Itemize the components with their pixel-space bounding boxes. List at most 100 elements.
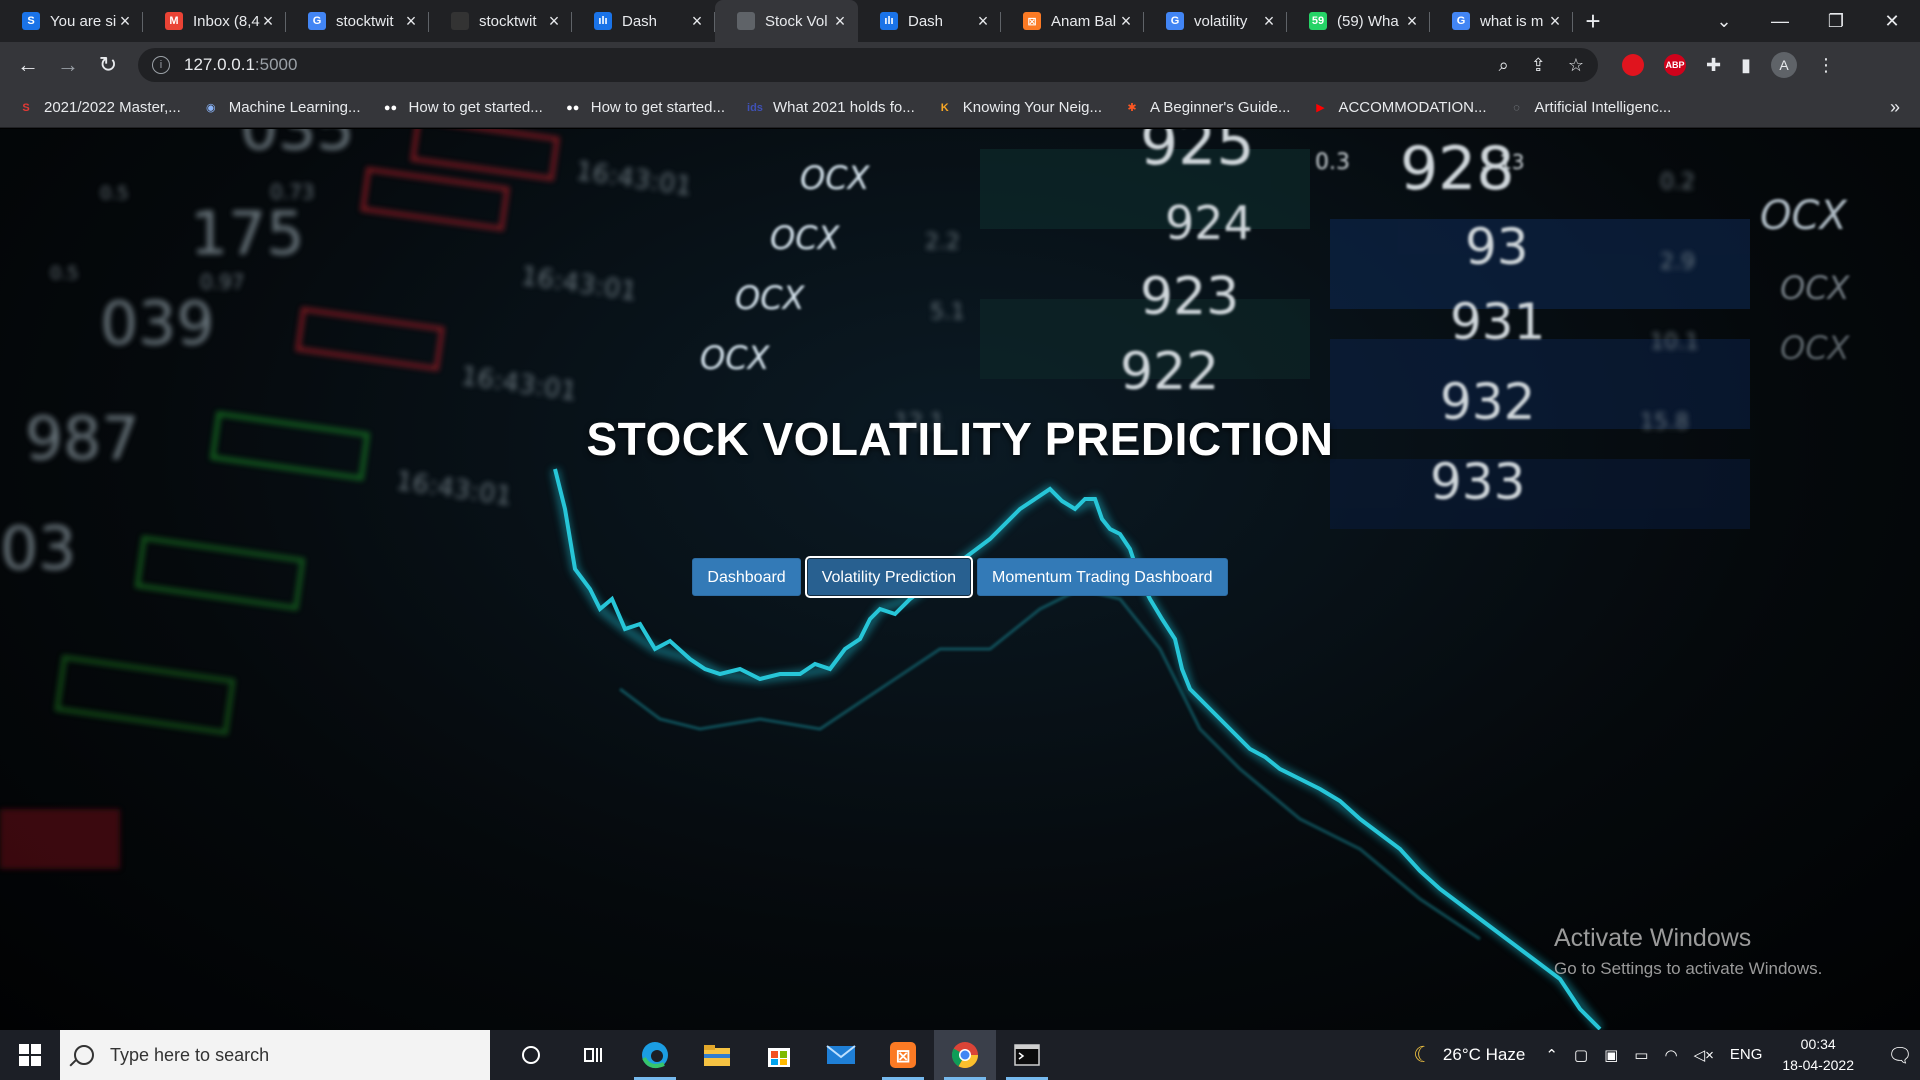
tab-title: Stock Vol [765,12,828,30]
taskbar-search-box[interactable]: Type here to search [60,1030,490,1080]
share-icon[interactable]: ⇪ [1531,55,1546,76]
browser-tab[interactable]: ılı Dash × [572,0,715,42]
browser-tab[interactable]: 59 (59) Wha × [1287,0,1430,42]
svg-text:OCX: OCX [735,279,806,317]
weather-text: 26°C Haze [1442,1045,1526,1064]
browser-tab[interactable]: Stock Vol × [715,0,858,42]
close-tab-icon[interactable]: × [832,11,848,32]
file-explorer-icon[interactable] [686,1030,748,1080]
svg-text:924: 924 [1165,196,1253,250]
more-bookmarks-icon[interactable]: » [1890,97,1900,118]
close-tab-icon[interactable]: × [1118,11,1134,32]
clock-date: 18-04-2022 [1782,1057,1854,1073]
back-arrow-icon[interactable]: ← [8,52,48,78]
clock-time: 00:34 [1800,1036,1836,1052]
bookmark-favicon-icon: S [22,101,30,114]
close-tab-icon[interactable]: × [689,11,705,32]
momentum-trading-dashboard-button[interactable]: Momentum Trading Dashboard [977,558,1228,596]
page-viewport: 925 924 923 922 928 93 931 932 933 0.3 1… [0,129,1920,1030]
clock[interactable]: 00:34 18-04-2022 [1782,1034,1854,1076]
close-tab-icon[interactable]: × [1404,11,1420,32]
browser-tab[interactable]: S You are si × [0,0,143,42]
side-panel-icon[interactable]: ▮ [1741,55,1751,76]
profile-avatar[interactable]: A [1771,52,1797,78]
browser-tab[interactable]: stocktwit × [429,0,572,42]
battery-icon[interactable]: ▭ [1634,1046,1648,1064]
forward-arrow-icon[interactable]: → [48,52,88,78]
chevron-up-icon[interactable]: ⌃ [1545,1046,1558,1064]
svg-text:2.2: 2.2 [925,230,960,255]
terminal-icon[interactable] [996,1030,1058,1080]
svg-text:039: 039 [100,289,215,359]
tab-search-icon[interactable]: ⌄ [1696,11,1752,32]
language-indicator[interactable]: ENG [1730,1046,1763,1064]
url-port: :5000 [254,55,298,74]
svg-text:⊠: ⊠ [895,1046,910,1067]
bookmark-label: Knowing Your Neig... [962,99,1103,116]
close-tab-icon[interactable]: × [975,11,991,32]
notification-icon[interactable]: 🗨 [1880,1030,1920,1080]
close-window-icon[interactable]: ✕ [1864,11,1920,32]
browser-tab[interactable]: Gwhat is m × [1430,0,1573,42]
bookmark-item[interactable]: ●● How to get started... [383,99,543,116]
tab-favicon-icon: ılı [594,12,612,30]
minimize-icon[interactable]: — [1752,11,1808,32]
url-host: 127.0.0.1 [184,55,255,74]
windows-start-icon[interactable] [0,1030,60,1080]
browser-toolbar: ← → ↻ i 127.0.0.1:5000 ⌕ ⇪ ☆ ABP ✚ ▮ A ⋮ [0,42,1920,88]
site-info-icon[interactable]: i [152,56,170,74]
screen-icon[interactable]: ▣ [1604,1046,1618,1064]
browser-tab[interactable]: ⊠ Anam Bal × [1001,0,1144,42]
cortana-icon[interactable] [500,1030,562,1080]
bookmark-item[interactable]: K Knowing Your Neig... [937,99,1102,116]
address-bar[interactable]: i 127.0.0.1:5000 ⌕ ⇪ ☆ [138,48,1598,82]
bookmark-item[interactable]: ●● How to get started... [565,99,725,116]
close-tab-icon[interactable]: × [117,11,133,32]
task-view-icon[interactable] [562,1030,624,1080]
browser-tab[interactable]: ılı Dash × [858,0,1001,42]
bookmark-item[interactable]: ids What 2021 holds fo... [747,99,915,116]
close-tab-icon[interactable]: × [260,11,276,32]
adblock-icon[interactable]: ABP [1664,54,1686,76]
puzzle-extensions-icon[interactable]: ✚ [1706,55,1721,76]
weather-widget[interactable]: ☾ 26°C Haze [1413,1042,1525,1068]
meet-now-icon[interactable]: ▢ [1574,1046,1588,1064]
bookmark-item[interactable]: ✱ A Beginner's Guide... [1124,99,1290,116]
bookmark-star-icon[interactable]: ☆ [1568,55,1584,76]
edge-browser-icon[interactable] [624,1030,686,1080]
bookmark-label: Artificial Intelligenc... [1534,99,1672,116]
volume-muted-icon[interactable]: ◁× [1694,1046,1714,1064]
reload-icon[interactable]: ↻ [88,52,128,78]
zoom-icon[interactable]: ⌕ [1499,55,1509,76]
dashboard-button[interactable]: Dashboard [692,558,801,596]
tab-favicon-icon: S [22,12,40,30]
close-tab-icon[interactable]: × [1261,11,1277,32]
bookmark-item[interactable]: ◌ Artificial Intelligenc... [1509,99,1672,116]
mail-icon[interactable] [810,1030,872,1080]
plus-icon[interactable]: + [1573,0,1613,42]
wifi-icon[interactable]: ◠ [1664,1046,1677,1064]
browser-tab[interactable]: Gstocktwit × [286,0,429,42]
tab-title: (59) Wha [1337,12,1399,30]
menu-kebab-icon[interactable]: ⋮ [1817,55,1835,76]
browser-tab[interactable]: Gvolatility × [1144,0,1287,42]
search-icon [74,1045,94,1065]
system-tray: ☾ 26°C Haze ⌃ ▢ ▣ ▭ ◠ ◁× ENG 00:34 18-04… [1413,1030,1920,1080]
svg-text:035: 035 [240,129,355,164]
browser-tab[interactable]: M Inbox (8,4 × [143,0,286,42]
bookmark-item[interactable]: ◉ Machine Learning... [203,99,361,116]
bookmark-item[interactable]: ▶ ACCOMMODATION... [1312,99,1486,116]
close-tab-icon[interactable]: × [1547,11,1563,32]
close-tab-icon[interactable]: × [546,11,562,32]
extension-red-icon[interactable] [1622,54,1644,76]
microsoft-store-icon[interactable] [748,1030,810,1080]
volatility-prediction-button[interactable]: Volatility Prediction [806,558,971,596]
tab-title: Dash [908,12,944,30]
bookmark-item[interactable]: S 2021/2022 Master,... [18,99,180,116]
svg-text:10.1: 10.1 [1650,330,1699,355]
restore-icon[interactable]: ❐ [1808,11,1864,32]
xampp-icon[interactable]: ⊠ [872,1030,934,1080]
chrome-icon[interactable] [934,1030,996,1080]
close-tab-icon[interactable]: × [403,11,419,32]
tab-title: You are si [50,12,117,30]
